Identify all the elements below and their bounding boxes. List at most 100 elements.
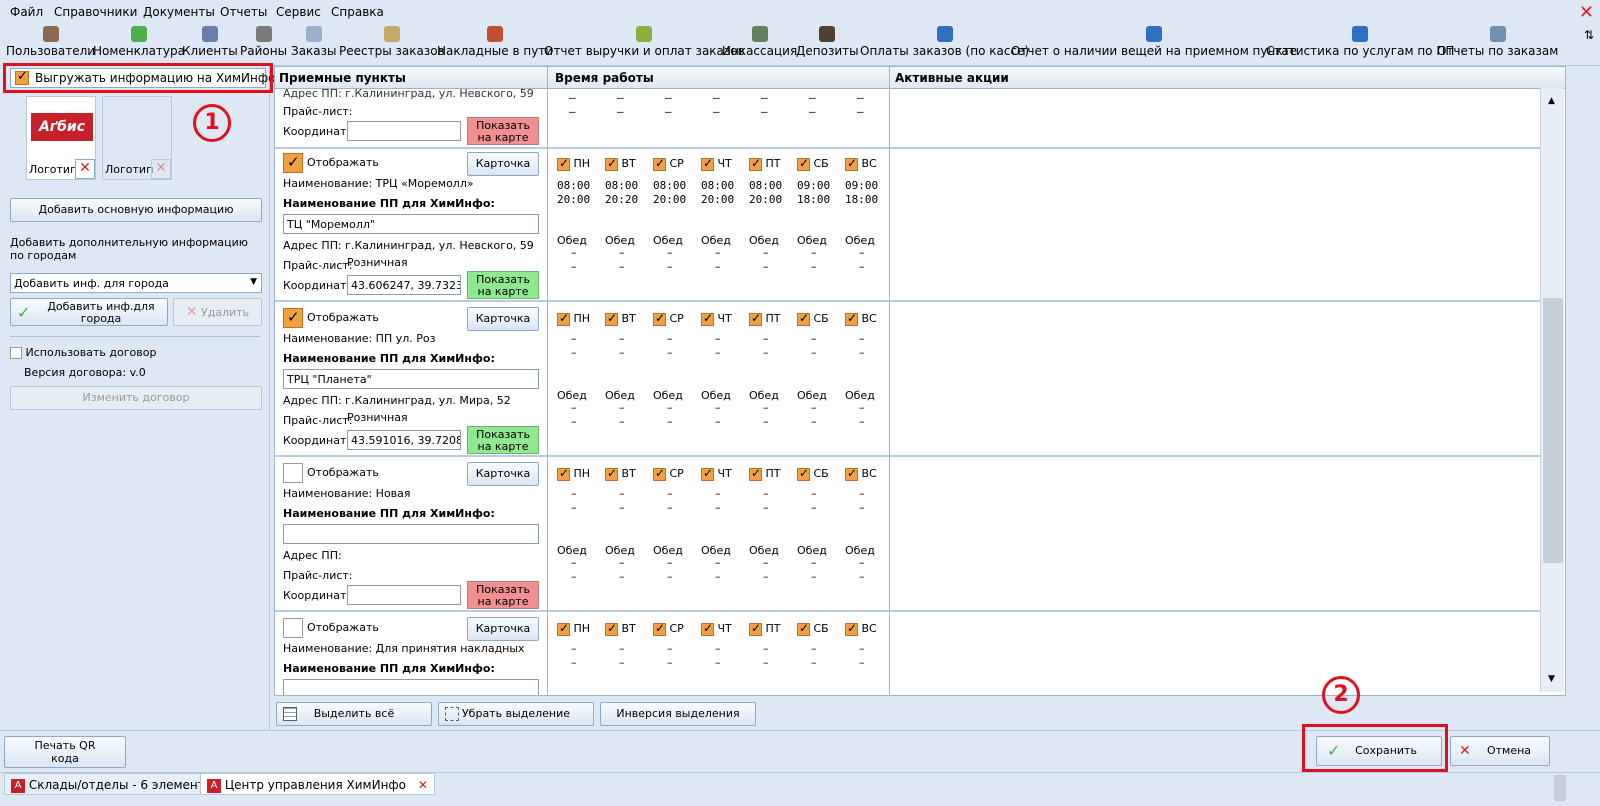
day-checkbox-5[interactable]: СБ [797, 311, 843, 326]
toolbar-payments-button[interactable]: Оплаты заказов (по кассе) [860, 24, 1029, 58]
day-checkbox-2[interactable]: СР [653, 621, 699, 636]
himinfo-name-input[interactable] [283, 524, 539, 544]
scrollbar-thumb[interactable] [1554, 775, 1566, 801]
show-on-map-button[interactable]: Показать на карте [467, 426, 539, 454]
day-checkbox-2[interactable]: СР [653, 466, 699, 481]
menu-reports[interactable]: Отчеты [220, 5, 267, 19]
coords-input[interactable] [347, 121, 461, 141]
toolbar-items-report-button[interactable]: Отчет о наличии вещей на приемном пункте [1011, 24, 1297, 58]
day-checkbox-5[interactable]: СБ [797, 466, 843, 481]
display-checkbox[interactable] [283, 618, 303, 638]
tab-warehouses[interactable]: A Склады/отделы - 6 элементов [4, 773, 227, 795]
toolbar-districts-button[interactable]: Районы [240, 24, 287, 58]
day-checkbox-1[interactable]: ВТ [605, 466, 651, 481]
day-checkbox-4[interactable]: ПТ [749, 311, 795, 326]
toolbar-overflow-icon[interactable]: ⇅ [1584, 28, 1594, 42]
show-on-map-button[interactable]: Показать на карте [467, 581, 539, 609]
display-checkbox[interactable] [283, 153, 303, 173]
table-row[interactable]: Отображать Карточка Наименование: ПП ул. Р… [275, 304, 1541, 457]
menu-references[interactable]: Справочники [54, 5, 137, 19]
day-checkbox-4[interactable]: ПТ [749, 156, 795, 171]
logo-slot-1[interactable]: Аґбис Логотип ✕ [26, 96, 96, 180]
add-city-info-button[interactable]: ✓ Добавить инф.для города [10, 298, 168, 326]
add-main-info-button[interactable]: Добавить основную информацию [10, 198, 262, 222]
show-on-map-button[interactable]: Показать на карте [467, 271, 539, 299]
day-checkbox-3[interactable]: ЧТ [701, 466, 747, 481]
change-contract-button[interactable]: Изменить договор [10, 386, 262, 410]
day-checkbox-0[interactable]: ПН [557, 311, 603, 326]
day-checkbox-5[interactable]: СБ [797, 621, 843, 636]
time-dash: – [715, 487, 721, 500]
show-on-map-button[interactable]: Показать на карте [467, 117, 539, 145]
display-checkbox[interactable] [283, 463, 303, 483]
day-checkbox-3[interactable]: ЧТ [701, 311, 747, 326]
menu-documents[interactable]: Документы [143, 5, 215, 19]
card-button[interactable]: Карточка [467, 617, 539, 641]
table-row[interactable]: Отображать Карточка Наименование: Новая Наи… [275, 459, 1541, 612]
himinfo-name-input[interactable] [283, 679, 539, 695]
close-tab-icon[interactable]: ✕ [418, 778, 428, 792]
day-checkbox-2[interactable]: СР [653, 156, 699, 171]
toolbar-deposits-button[interactable]: Депозиты [796, 24, 859, 58]
day-checkbox-4[interactable]: ПТ [749, 621, 795, 636]
tab-himinfo-center[interactable]: A Центр управления ХимИнфо ✕ [200, 773, 435, 795]
day-checkbox-6[interactable]: ВС [845, 466, 891, 481]
time-dash: – [763, 656, 769, 669]
toolbar-nomenclature-button[interactable]: Номенклатура [93, 24, 185, 58]
toolbar-clients-button[interactable]: Клиенты [182, 24, 238, 58]
day-checkbox-0[interactable]: ПН [557, 466, 603, 481]
day-checkbox-1[interactable]: ВТ [605, 311, 651, 326]
card-button[interactable]: Карточка [467, 462, 539, 486]
select-all-button[interactable]: Выделить всё [276, 702, 432, 726]
toolbar-waybills-button[interactable]: Накладные в пути [437, 24, 553, 58]
toolbar-statistics-button[interactable]: Статистика по услугам по ПП [1266, 24, 1454, 58]
day-checkbox-0[interactable]: ПН [557, 156, 603, 171]
toolbar-revenue-report-button[interactable]: Отчет выручки и оплат заказов [544, 24, 745, 58]
day-checkbox-1[interactable]: ВТ [605, 156, 651, 171]
day-checkbox-6[interactable]: ВС [845, 156, 891, 171]
day-checkbox-0[interactable]: ПН [557, 621, 603, 636]
menu-service[interactable]: Сервис [276, 5, 321, 19]
use-contract-checkbox-icon[interactable] [10, 347, 22, 359]
day-checkbox-6[interactable]: ВС [845, 621, 891, 636]
day-checkbox-6[interactable]: ВС [845, 311, 891, 326]
print-qr-button[interactable]: Печать QR кода [4, 736, 126, 768]
coords-input[interactable] [347, 585, 461, 605]
toolbar-registry-button[interactable]: Реестры заказов [339, 24, 445, 58]
vertical-scrollbar[interactable]: ▲ ▼ [1540, 88, 1564, 692]
menu-file[interactable]: Файл [10, 5, 43, 19]
logo-slot-2[interactable]: Логотип ✕ [102, 96, 172, 180]
day-checkbox-5[interactable]: СБ [797, 156, 843, 171]
day-checkbox-4[interactable]: ПТ [749, 466, 795, 481]
day-checkbox-2[interactable]: СР [653, 311, 699, 326]
scroll-up-icon[interactable]: ▲ [1548, 96, 1555, 106]
toolbar-users-button[interactable]: Пользователи [6, 24, 95, 58]
invert-selection-button[interactable]: Инверсия выделения [600, 702, 756, 726]
deselect-button[interactable]: Убрать выделение [438, 702, 594, 726]
day-checkbox-3[interactable]: ЧТ [701, 156, 747, 171]
coords-input[interactable]: 43.606247, 39.732314 [347, 275, 461, 295]
cancel-button[interactable]: ✕ Отмена [1450, 736, 1550, 766]
use-contract-checkbox[interactable]: Использовать договор [10, 346, 156, 359]
coords-input[interactable]: 43.591016, 39.720816 [347, 430, 461, 450]
himinfo-name-input[interactable]: ТЦ "Моремолл" [283, 214, 539, 234]
city-select[interactable]: Добавить инф. для города ▼ [10, 273, 262, 293]
toolbar-order-reports-button[interactable]: Отчеты по заказам [1437, 24, 1558, 58]
menu-help[interactable]: Справка [331, 5, 384, 19]
toolbar-collection-button[interactable]: Инкассация [722, 24, 797, 58]
day-checkbox-3[interactable]: ЧТ [701, 621, 747, 636]
card-button[interactable]: Карточка [467, 152, 539, 176]
scroll-down-icon[interactable]: ▼ [1548, 674, 1555, 684]
close-icon[interactable]: ✕ [1579, 2, 1594, 23]
delete-button[interactable]: ✕ Удалить [173, 298, 262, 326]
delete-logo-icon[interactable]: ✕ [75, 159, 95, 179]
display-checkbox[interactable] [283, 308, 303, 328]
toolbar-orders-button[interactable]: Заказы [291, 24, 337, 58]
table-row[interactable]: Адрес ПП: г.Калининград, ул. Невского, 5… [275, 87, 1541, 149]
table-row[interactable]: Отображать КарточкаНаименование: ТРЦ «Мор… [275, 149, 1541, 302]
scrollbar-thumb[interactable] [1543, 298, 1563, 563]
himinfo-name-input[interactable]: ТРЦ "Планета" [283, 369, 539, 389]
day-checkbox-1[interactable]: ВТ [605, 621, 651, 636]
card-button[interactable]: Карточка [467, 307, 539, 331]
delete-logo-icon[interactable]: ✕ [151, 159, 171, 179]
